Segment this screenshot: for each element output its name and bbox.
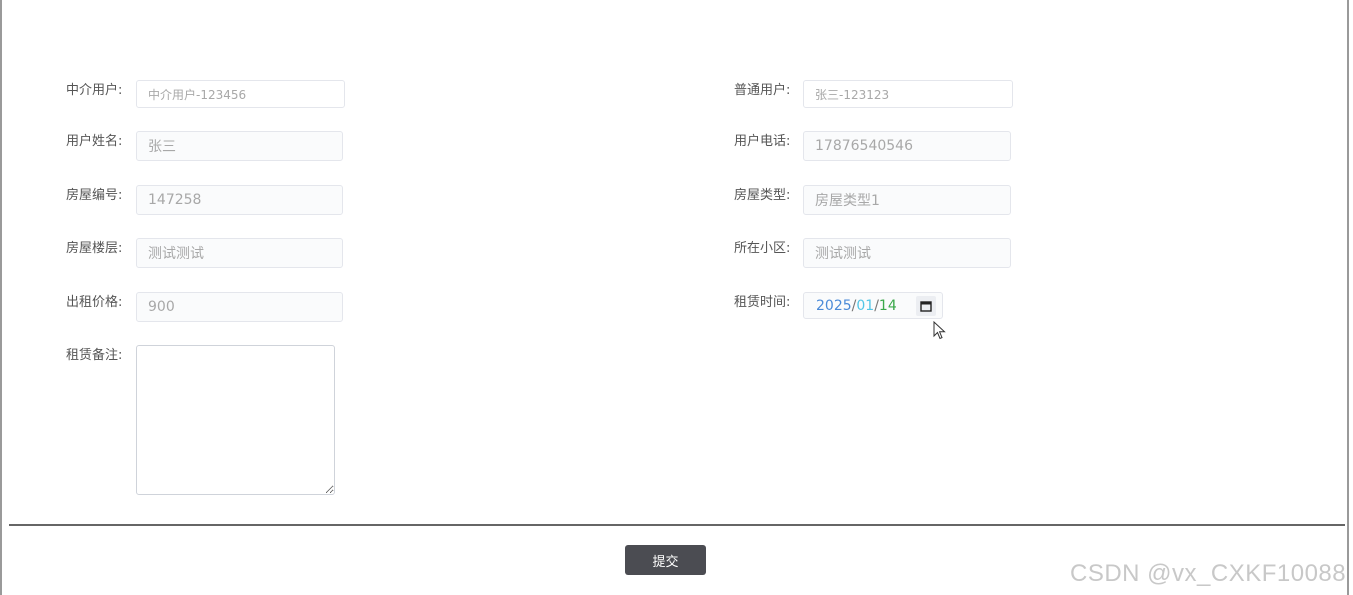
rent-price-input[interactable] [136, 292, 343, 322]
community-label: 所在小区: [734, 241, 791, 256]
house-type-label: 房屋类型: [734, 188, 791, 203]
rent-time-date-input[interactable]: 2025/01/14 [803, 292, 943, 319]
house-floor-input[interactable] [136, 238, 343, 268]
user-phone-label: 用户电话: [734, 134, 791, 149]
user-name-label: 用户姓名: [66, 134, 123, 149]
user-name-input[interactable] [136, 131, 343, 161]
agent-user-label: 中介用户: [66, 83, 123, 98]
house-type-input[interactable] [803, 185, 1011, 215]
normal-user-input[interactable] [803, 80, 1013, 108]
calendar-icon[interactable] [916, 296, 936, 316]
user-phone-input[interactable] [803, 131, 1011, 161]
agent-user-input[interactable] [136, 80, 345, 108]
submit-button[interactable]: 提交 [625, 545, 706, 575]
rent-price-label: 出租价格: [66, 295, 123, 310]
rent-remark-textarea[interactable] [136, 345, 335, 495]
house-no-label: 房屋编号: [66, 188, 123, 203]
rent-time-label: 租赁时间: [734, 295, 791, 310]
form-divider [9, 524, 1345, 526]
normal-user-label: 普通用户: [734, 83, 791, 98]
date-day[interactable]: 14 [879, 298, 897, 314]
house-no-input[interactable] [136, 185, 343, 215]
mouse-cursor-icon [933, 321, 946, 340]
house-floor-label: 房屋楼层: [66, 241, 123, 256]
rent-remark-label: 租赁备注: [66, 348, 123, 363]
date-year[interactable]: 2025 [816, 298, 852, 314]
community-input[interactable] [803, 238, 1011, 268]
date-month[interactable]: 01 [856, 298, 874, 314]
watermark: CSDN @vx_CXKF10088 [1070, 560, 1347, 587]
